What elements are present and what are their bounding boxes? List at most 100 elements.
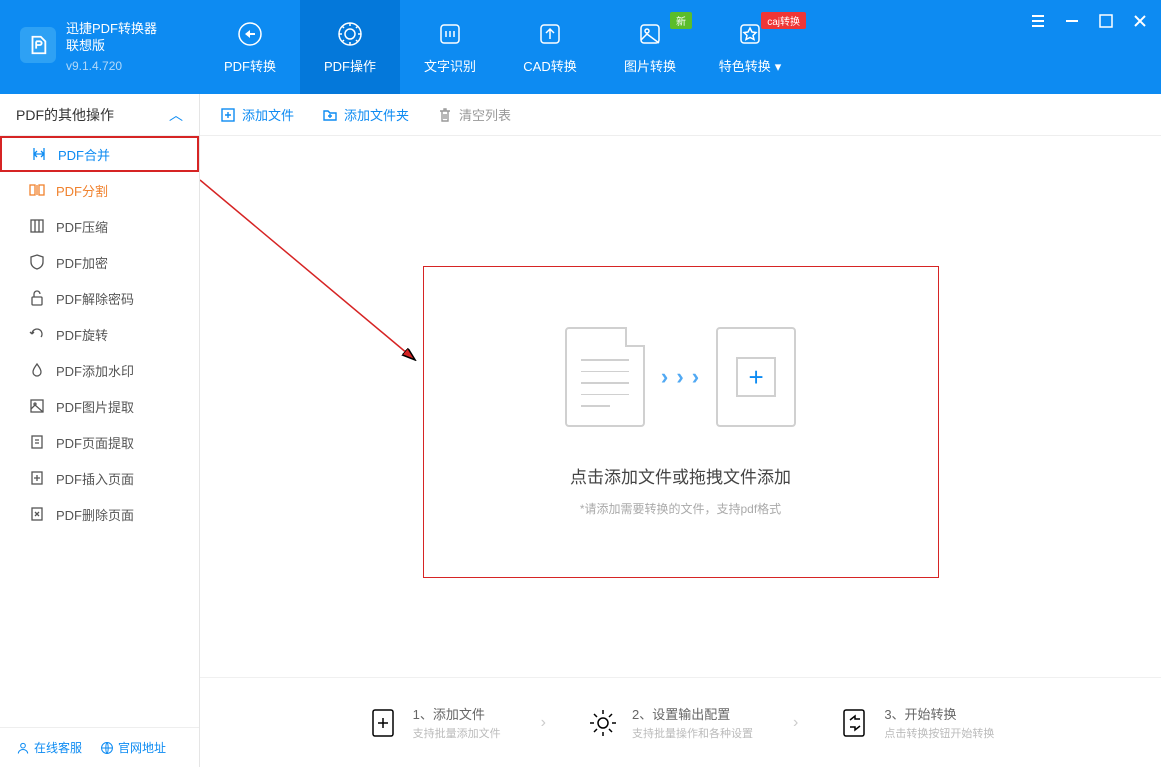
split-icon <box>28 181 46 199</box>
nav-tab-label: PDF操作 <box>324 56 376 75</box>
nav-tab-cad[interactable]: CAD转换 <box>500 0 600 94</box>
step-title: 2、设置输出配置 <box>632 704 753 723</box>
sidebar-item-label: PDF删除页面 <box>56 505 134 524</box>
minimize-icon[interactable] <box>1063 12 1081 30</box>
nav-tab-image[interactable]: 图片转换 新 <box>600 0 700 94</box>
nav-tabs: PDF转换 PDF操作 文字识别 CAD转换 图片转换 新 特色转换▾ caj转… <box>200 0 800 94</box>
merge-icon <box>30 145 48 163</box>
nav-tab-label: 特色转换▾ <box>719 56 782 75</box>
sidebar-item-decrypt[interactable]: PDF解除密码 <box>0 280 199 316</box>
sidebar-item-watermark[interactable]: PDF添加水印 <box>0 352 199 388</box>
nav-tab-pdf-operate[interactable]: PDF操作 <box>300 0 400 94</box>
support-link[interactable]: 在线客服 <box>16 739 82 756</box>
special-icon <box>736 20 764 48</box>
folder-plus-icon <box>322 107 338 123</box>
sidebar-item-delete-page[interactable]: PDF删除页面 <box>0 496 199 532</box>
step-title: 1、添加文件 <box>413 704 501 723</box>
page-insert-icon <box>28 469 46 487</box>
page-extract-icon <box>28 433 46 451</box>
steps-bar: 1、添加文件 支持批量添加文件 › 2、设置输出配置 支持批量操作和各种设置 ›… <box>200 677 1161 767</box>
sidebar-header[interactable]: PDF的其他操作 ︿ <box>0 94 199 136</box>
step-2: 2、设置输出配置 支持批量操作和各种设置 <box>586 704 753 741</box>
plus-box-icon <box>220 107 236 123</box>
clear-list-label: 清空列表 <box>459 105 511 124</box>
website-label: 官网地址 <box>118 739 166 756</box>
clear-list-button[interactable]: 清空列表 <box>437 105 511 124</box>
sidebar-item-compress[interactable]: PDF压缩 <box>0 208 199 244</box>
badge-caj: caj转换 <box>761 12 806 29</box>
cad-icon <box>536 20 564 48</box>
sidebar-item-encrypt[interactable]: PDF加密 <box>0 244 199 280</box>
convert-icon <box>236 20 264 48</box>
sidebar-item-label: PDF旋转 <box>56 325 108 344</box>
support-label: 在线客服 <box>34 739 82 756</box>
unlock-icon <box>28 289 46 307</box>
image-icon <box>636 20 664 48</box>
dropzone[interactable]: › › › + 点击添加文件或拖拽文件添加 *请添加需要转换的文件，支持pdf格… <box>423 266 939 578</box>
add-file-button[interactable]: 添加文件 <box>220 105 294 124</box>
add-folder-label: 添加文件夹 <box>344 105 409 124</box>
app-logo-icon <box>20 27 56 63</box>
app-name: 迅捷PDF转换器 联想版 <box>66 21 157 55</box>
app-version: v9.1.4.720 <box>66 59 157 73</box>
step-title: 3、开始转换 <box>884 704 994 723</box>
page-delete-icon <box>28 505 46 523</box>
titlebar: 迅捷PDF转换器 联想版 v9.1.4.720 PDF转换 PDF操作 文字识别… <box>0 0 1161 94</box>
headset-icon <box>16 741 30 755</box>
document-icon <box>565 327 645 427</box>
sidebar-item-label: PDF插入页面 <box>56 469 134 488</box>
chevron-down-icon: ▾ <box>775 59 782 74</box>
badge-new: 新 <box>670 12 692 29</box>
sidebar-title: PDF的其他操作 <box>16 105 114 125</box>
website-link[interactable]: 官网地址 <box>100 739 166 756</box>
nav-tab-label: 图片转换 <box>624 56 676 75</box>
step-3: 3、开始转换 点击转换按钮开始转换 <box>838 704 994 741</box>
sidebar: PDF的其他操作 ︿ PDF合并 PDF分割 PDF压缩 PDF加密 P <box>0 94 200 767</box>
sidebar-item-label: PDF分割 <box>56 181 108 200</box>
sidebar-item-extract-img[interactable]: PDF图片提取 <box>0 388 199 424</box>
step-add-icon <box>367 706 401 740</box>
maximize-icon[interactable] <box>1097 12 1115 30</box>
canvas-area: › › › + 点击添加文件或拖拽文件添加 *请添加需要转换的文件，支持pdf格… <box>200 136 1161 677</box>
dropzone-illustration: › › › + <box>565 327 796 427</box>
operate-icon <box>336 20 364 48</box>
image-extract-icon <box>28 397 46 415</box>
chevron-right-icon: › <box>793 714 798 732</box>
chevron-right-icon: › <box>541 714 546 732</box>
step-subtitle: 点击转换按钮开始转换 <box>884 725 994 741</box>
sidebar-item-split[interactable]: PDF分割 <box>0 172 199 208</box>
step-1: 1、添加文件 支持批量添加文件 <box>367 704 501 741</box>
sidebar-item-label: PDF图片提取 <box>56 397 134 416</box>
step-subtitle: 支持批量添加文件 <box>413 725 501 741</box>
nav-tab-pdf-convert[interactable]: PDF转换 <box>200 0 300 94</box>
watermark-icon <box>28 361 46 379</box>
sidebar-item-insert-page[interactable]: PDF插入页面 <box>0 460 199 496</box>
sidebar-item-merge[interactable]: PDF合并 <box>0 136 199 172</box>
rotate-icon <box>28 325 46 343</box>
step-convert-icon <box>838 706 872 740</box>
step-settings-icon <box>586 706 620 740</box>
ocr-icon <box>436 20 464 48</box>
dropzone-subtitle: *请添加需要转换的文件，支持pdf格式 <box>580 500 781 517</box>
add-box-icon: + <box>716 327 796 427</box>
sidebar-item-label: PDF页面提取 <box>56 433 134 452</box>
logo-area: 迅捷PDF转换器 联想版 v9.1.4.720 <box>20 21 200 73</box>
nav-tab-label: PDF转换 <box>224 56 276 75</box>
nav-tab-label: CAD转换 <box>523 56 576 75</box>
menu-icon[interactable] <box>1029 12 1047 30</box>
trash-icon <box>437 107 453 123</box>
add-file-label: 添加文件 <box>242 105 294 124</box>
sidebar-item-rotate[interactable]: PDF旋转 <box>0 316 199 352</box>
sidebar-item-label: PDF压缩 <box>56 217 108 236</box>
sidebar-item-label: PDF解除密码 <box>56 289 134 308</box>
nav-tab-label: 文字识别 <box>424 56 476 75</box>
add-folder-button[interactable]: 添加文件夹 <box>322 105 409 124</box>
step-subtitle: 支持批量操作和各种设置 <box>632 725 753 741</box>
toolbar: 添加文件 添加文件夹 清空列表 <box>200 94 1161 136</box>
nav-tab-ocr[interactable]: 文字识别 <box>400 0 500 94</box>
nav-tab-special[interactable]: 特色转换▾ caj转换 <box>700 0 800 94</box>
arrows-icon: › › › <box>661 364 700 390</box>
close-icon[interactable] <box>1131 12 1149 30</box>
sidebar-item-extract-page[interactable]: PDF页面提取 <box>0 424 199 460</box>
content: 添加文件 添加文件夹 清空列表 <box>200 94 1161 767</box>
